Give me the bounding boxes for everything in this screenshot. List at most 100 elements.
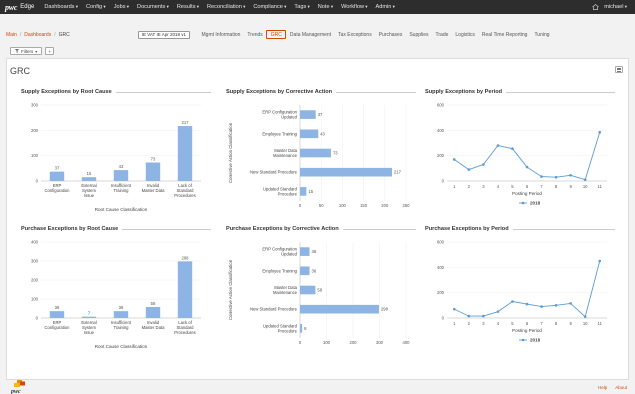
legend-swatch-point [521, 338, 525, 342]
breadcrumb-main[interactable]: Main [6, 32, 17, 38]
y-axis-label: Corrective Action Classification [228, 259, 233, 320]
x-tick-label: 5 [511, 321, 514, 326]
y-tick-label: Updated [281, 252, 298, 257]
data-point [554, 304, 558, 307]
x-tick-label: Issue [84, 330, 95, 335]
tab-real-time-reporting[interactable]: Real Time Reporting [478, 30, 531, 39]
nav-results[interactable]: Results [177, 4, 199, 10]
pwc-footer-logo: pwc [10, 380, 30, 394]
x-tick-label: Procedures [174, 193, 195, 198]
bar-value-label: 15 [308, 189, 313, 194]
page-title: GRC [10, 66, 30, 76]
tab-purchases[interactable]: Purchases [375, 30, 406, 39]
nav-jobs[interactable]: Jobs [114, 4, 129, 10]
x-tick-label: 5 [511, 184, 514, 189]
bar [177, 261, 193, 318]
bar [300, 247, 310, 256]
data-point [598, 259, 602, 263]
x-tick-label: 100 [323, 340, 331, 345]
y-tick-label: 0 [442, 316, 445, 321]
tab-trade[interactable]: Trade [432, 30, 452, 39]
data-point [496, 144, 500, 147]
bar [81, 177, 97, 181]
chart-svg: 0 50 100 150 200 25037ERP ConfigurationUpdate… [228, 105, 410, 208]
tab-grc[interactable]: GRC [266, 30, 287, 39]
nav-documents[interactable]: Documents [137, 4, 169, 10]
y-tick-label: Procedure [278, 328, 298, 333]
y-tick-label: 400 [437, 128, 445, 133]
home-icon[interactable] [592, 4, 599, 10]
svg-text:pwc: pwc [10, 389, 21, 394]
bar [300, 304, 379, 314]
add-filter-button[interactable]: + [45, 47, 55, 55]
y-tick-label: 300 [31, 103, 39, 108]
tab-tax-exceptions[interactable]: Tax Exceptions [335, 30, 376, 39]
x-tick-label: 2 [468, 184, 471, 189]
bar [300, 324, 303, 333]
bar [300, 266, 310, 276]
legend-label: 2018 [530, 201, 541, 206]
nav-config[interactable]: Config [86, 4, 106, 10]
breadcrumb: Main / Dashboards / GRC [6, 32, 70, 38]
series-line [454, 132, 601, 181]
tab-logistics[interactable]: Logistics [452, 30, 478, 39]
bar-value-label: 73 [151, 157, 156, 162]
y-tick-label: 600 [437, 103, 445, 108]
tab-data-management[interactable]: Data Management [286, 30, 334, 39]
x-tick-label: 400 [403, 340, 411, 345]
nav-reconciliation[interactable]: Reconciliation [207, 4, 245, 10]
y-tick-label: 400 [31, 240, 39, 245]
tab-trends[interactable]: Trends [244, 30, 266, 39]
data-point [598, 130, 602, 134]
app-logo[interactable]: pwc Edge [5, 3, 34, 12]
data-point [525, 165, 529, 169]
nav-workflow[interactable]: Workflow [341, 4, 367, 10]
bar-value-label: 36 [312, 249, 317, 254]
x-tick-label: 8 [555, 184, 558, 189]
y-tick-label: 0 [442, 179, 445, 184]
x-tick-label: 11 [598, 184, 603, 189]
y-tick-label: Maintenance [273, 290, 298, 295]
chart-svg: 010020030037ERPConfiguration15ExternalSy… [31, 103, 201, 212]
filter-bar: Filters ▾ + [10, 47, 55, 56]
y-tick-label: Updated [281, 115, 298, 120]
y-tick-label: 0 [36, 179, 39, 184]
about-link[interactable]: About [615, 385, 627, 390]
bar-value-label: 43 [119, 164, 124, 169]
breadcrumb-separator: / [54, 31, 56, 38]
tab-tuning[interactable]: Tuning [531, 30, 553, 39]
x-tick-label: 3 [482, 321, 485, 326]
y-tick-label: New Standard Procedure [250, 307, 298, 312]
x-tick-label: 8 [555, 321, 558, 326]
vat-return-selector[interactable]: IE VAT IE Apr 2018 v1 [137, 30, 190, 39]
series-line [454, 260, 601, 318]
chart-supply-period: Supply Exceptions by Period 0 200 400 600 1 2 3… [425, 89, 615, 217]
bar [300, 285, 316, 295]
x-tick-label: 7 [540, 184, 543, 189]
x-tick-label: 10 [583, 321, 588, 326]
tab-supplies[interactable]: Supplies [406, 30, 432, 39]
x-tick-label: 50 [319, 203, 324, 208]
bar [49, 171, 65, 181]
filters-button[interactable]: Filters ▾ [10, 47, 43, 55]
chart-svg: 0 100 200 300 40036ERP ConfigurationUpdated3… [228, 242, 411, 345]
nav-tags[interactable]: Tags [294, 4, 309, 10]
footer: pwc Help About [0, 380, 635, 394]
bar-value-label: 217 [394, 170, 402, 175]
breadcrumb-dashboards[interactable]: Dashboards [24, 32, 51, 38]
nav-compliance[interactable]: Compliance [253, 4, 286, 10]
user-menu[interactable]: michael [604, 4, 627, 10]
bar-value-label: 7 [88, 311, 91, 316]
bar-value-label: 8 [304, 326, 307, 331]
nav-dashboards[interactable]: Dashboards [44, 4, 78, 10]
tab-mgmt-information[interactable]: Mgmt Information [198, 30, 244, 39]
help-link[interactable]: Help [598, 385, 607, 390]
hamburger-menu-icon[interactable] [615, 66, 623, 73]
nav-admin[interactable]: Admin [376, 4, 395, 10]
nav-note[interactable]: Note [318, 4, 333, 10]
x-axis-label: Posting Period [512, 328, 542, 333]
chart-purchase-corrective-action: Purchase Exceptions by Corrective Action… [226, 226, 416, 354]
bar [113, 311, 129, 318]
data-point [467, 168, 471, 171]
chevron-down-icon: ▾ [35, 48, 38, 54]
